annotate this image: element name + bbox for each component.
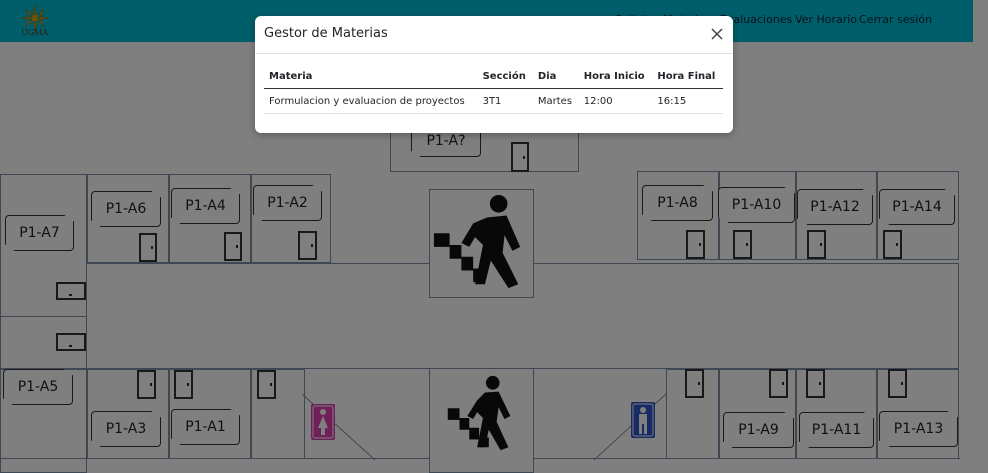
cell-materia: Formulacion y evaluacion de proyectos bbox=[264, 88, 478, 114]
subject-manager-dialog: Gestor de Materias Materia Sección Dia H… bbox=[255, 16, 733, 133]
cell-seccion: 3T1 bbox=[477, 88, 533, 114]
table-header-row: Materia Sección Dia Hora Inicio Hora Fin… bbox=[264, 65, 723, 89]
dialog-title: Gestor de Materias bbox=[264, 26, 388, 41]
cell-dia: Martes bbox=[532, 88, 579, 114]
dialog-header: Gestor de Materias bbox=[255, 16, 733, 54]
close-icon[interactable] bbox=[710, 27, 724, 41]
column-header-materia: Materia bbox=[264, 65, 478, 89]
column-header-dia: Dia bbox=[532, 65, 579, 89]
column-header-hora-final: Hora Final bbox=[652, 65, 723, 89]
column-header-seccion: Sección bbox=[477, 65, 533, 89]
column-header-hora-inicio: Hora Inicio bbox=[578, 65, 653, 89]
cell-hora-inicio: 12:00 bbox=[578, 88, 653, 114]
cell-hora-final: 16:15 bbox=[652, 88, 723, 114]
subjects-table: Materia Sección Dia Hora Inicio Hora Fin… bbox=[264, 65, 723, 114]
table-row[interactable]: Formulacion y evaluacion de proyectos 3T… bbox=[264, 88, 723, 114]
